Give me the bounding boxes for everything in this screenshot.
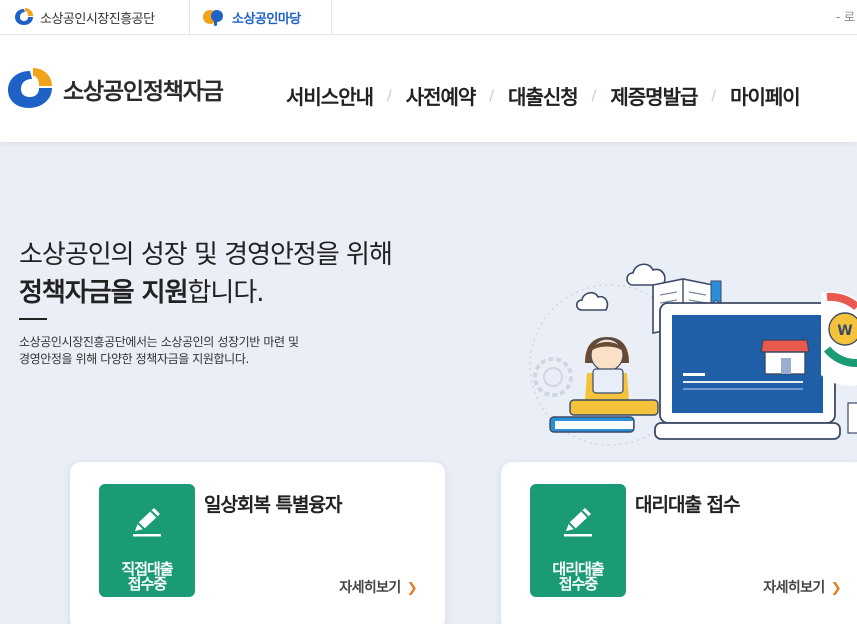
chevron-right-icon: ❯ [830,581,842,596]
card-title: 일상회복 특별융자 [204,494,342,516]
view-details-link[interactable]: 자세히보기 ❯ [339,577,417,597]
nav-separator: / [711,87,717,104]
badge-text: 직접대출 접수중 [99,562,195,592]
nav-separator: / [591,87,597,104]
madang-logo-icon [203,10,223,26]
nav-pre-reservation[interactable]: 사전예약 [406,81,477,110]
document-stack-icon [847,402,857,434]
madang-site-label: 소상공인마당 [232,11,301,27]
status-badge: 직접대출 접수중 [99,484,195,597]
semas-site-label: 소상공인시장진흥공단 [40,11,155,27]
loan-card-agency[interactable]: 대리대출 접수중 대리대출 접수 자세히보기 ❯ [500,461,857,624]
semas-site-link[interactable]: 소상공인시장진흥공단 [0,0,190,34]
login-link[interactable]: - 로 [836,0,857,34]
madang-site-link[interactable]: 소상공인마당 [190,0,332,34]
top-utility-bar: 소상공인시장진흥공단 소상공인마당 - 로 [0,0,857,35]
nav-loan-application[interactable]: 대출신청 [508,81,579,110]
badge-text-line2: 접수중 [558,575,598,593]
nav-service-info[interactable]: 서비스안내 [286,81,374,110]
hero-desc-line2: 경영안정을 위해 다양한 정책자금을 지원합니다. [19,352,249,366]
nav-certificate-issue[interactable]: 제증명발급 [610,81,698,110]
view-details-link[interactable]: 자세히보기 ❯ [763,577,841,597]
card-title: 대리대출 접수 [635,494,740,516]
brand-name: 소상공인정책자금 [63,79,224,105]
status-badge: 대리대출 접수중 [530,484,626,597]
laptop-icon [654,302,841,440]
cloud-icon [575,263,666,311]
hero-illustration: W [529,263,857,446]
pencil-icon [133,508,161,537]
pencil-icon [564,508,592,537]
badge-text-line2: 접수중 [127,575,167,593]
hero-title-line2: 정책자금을 지원합니다. [19,274,392,312]
brand-logo-icon [8,68,52,108]
won-coin-icon: W [821,291,857,386]
view-details-label: 자세히보기 [763,580,825,596]
store-icon [760,339,810,375]
nav-separator: / [489,87,495,104]
loan-card-direct[interactable]: 직접대출 접수중 일상회복 특별융자 자세히보기 ❯ [69,461,446,624]
hero-title-bold: 정책자금을 지원 [19,278,188,308]
svg-text:W: W [837,323,852,339]
hero-desc-line1: 소상공인시장진흥공단에서는 소상공인의 성장기반 마련 및 [19,335,299,349]
person-icon [585,337,629,400]
hero-title: 소상공인의 성장 및 경영안정을 위해 정책자금을 지원합니다. [19,236,393,312]
view-details-label: 자세히보기 [339,580,401,596]
nav-separator: / [387,87,392,104]
site-header: 소상공인정책자금 서비스안내 / 사전예약 / 대출신청 / 제증명발급 / 마… [0,35,857,142]
hero-divider [19,318,47,320]
badge-text: 대리대출 접수중 [530,562,626,592]
hero-title-rest: 합니다. [187,278,265,308]
semas-logo-icon [15,8,33,25]
chevron-right-icon: ❯ [406,581,418,596]
brand-logo[interactable]: 소상공인정책자금 [6,68,224,110]
main-nav: 서비스안내 / 사전예약 / 대출신청 / 제증명발급 / 마이페이 [286,81,801,110]
hero-title-line1: 소상공인의 성장 및 경영안정을 위해 [19,240,393,270]
nav-mypage[interactable]: 마이페이 [730,81,801,110]
gear-icon [533,357,573,397]
hero-description: 소상공인시장진흥공단에서는 소상공인의 성장기반 마련 및 경영안정을 위해 다… [19,334,359,368]
book-stack-icon [549,399,659,433]
